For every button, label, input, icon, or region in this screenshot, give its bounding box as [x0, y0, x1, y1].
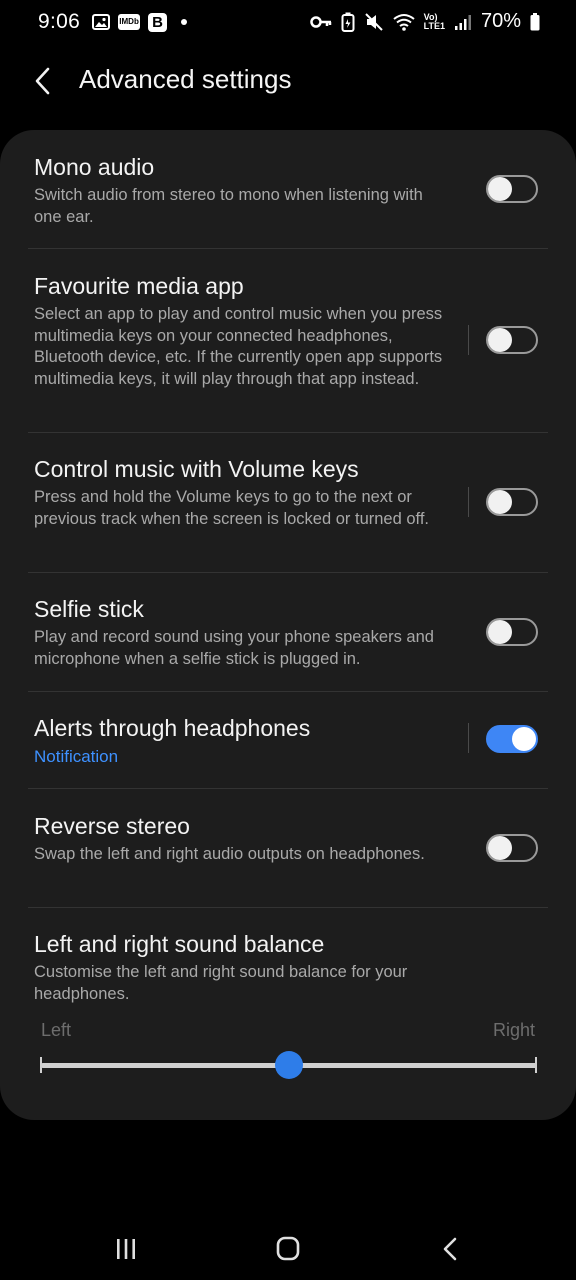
- setting-alerts-through-headphones[interactable]: Alerts through headphones Notification: [0, 692, 576, 788]
- alerts-headphones-toggle[interactable]: [486, 725, 538, 753]
- imdb-icon: IMDb: [118, 14, 141, 30]
- slider-left-label: Left: [41, 1020, 72, 1040]
- toggle-knob: [488, 177, 512, 201]
- status-bar: 9:06 IMDb B Vo) LTE1 70%: [0, 0, 576, 48]
- toggle-knob: [488, 490, 512, 514]
- setting-title: Mono audio: [34, 154, 155, 180]
- nav-back-button[interactable]: [430, 1234, 470, 1264]
- home-button[interactable]: [268, 1234, 308, 1264]
- setting-title: Alerts through headphones: [34, 715, 311, 741]
- favourite-media-app-toggle[interactable]: [486, 326, 538, 354]
- setting-description: Switch audio from stereo to mono when li…: [34, 186, 423, 226]
- setting-description: Customise the left and right sound balan…: [34, 963, 408, 1003]
- page-title: Advanced settings: [79, 64, 292, 94]
- back-icon: [443, 1237, 457, 1261]
- battery-icon: [530, 12, 540, 31]
- balance-slider-thumb[interactable]: [275, 1051, 303, 1079]
- status-left: 9:06 IMDb B: [38, 10, 188, 34]
- setting-description: Play and record sound using your phone s…: [34, 628, 434, 668]
- recents-button[interactable]: [106, 1234, 146, 1264]
- setting-description: Select an app to play and control music …: [34, 305, 443, 388]
- mute-icon: [364, 12, 384, 32]
- dot-icon: [181, 19, 188, 25]
- vertical-separator: [468, 487, 469, 517]
- setting-favourite-media-app[interactable]: Favourite media app Select an app to pla…: [0, 249, 576, 432]
- home-icon: [276, 1236, 300, 1261]
- setting-title: Left and right sound balance: [34, 931, 325, 957]
- image-icon: [92, 14, 111, 30]
- recents-icon: [117, 1239, 135, 1259]
- setting-subtitle: Notification: [34, 747, 119, 766]
- setting-title: Selfie stick: [34, 596, 144, 622]
- volte-icon: Vo) LTE1: [423, 12, 445, 31]
- setting-control-music-volume-keys[interactable]: Control music with Volume keys Press and…: [0, 433, 576, 572]
- signal-icon: [454, 13, 472, 31]
- setting-title: Favourite media app: [34, 273, 244, 299]
- setting-title: Reverse stereo: [34, 813, 190, 839]
- mono-audio-toggle[interactable]: [486, 175, 538, 203]
- slider-tick-right: [535, 1057, 537, 1073]
- vertical-separator: [468, 325, 469, 355]
- navigation-bar: [0, 1216, 576, 1280]
- setting-title: Control music with Volume keys: [34, 456, 359, 482]
- toggle-knob: [488, 620, 512, 644]
- volte-bottom-text: LTE1: [423, 20, 445, 31]
- setting-sound-balance: Left and right sound balance Customise t…: [0, 908, 576, 1108]
- selfie-stick-toggle[interactable]: [486, 618, 538, 646]
- reverse-stereo-toggle[interactable]: [486, 834, 538, 862]
- setting-selfie-stick[interactable]: Selfie stick Play and record sound using…: [0, 573, 576, 691]
- toggle-knob: [488, 328, 512, 352]
- setting-reverse-stereo[interactable]: Reverse stereo Swap the left and right a…: [0, 789, 576, 907]
- b-app-icon: B: [148, 12, 168, 32]
- battery-saver-icon: [341, 12, 355, 32]
- wifi-icon: [393, 13, 415, 31]
- toggle-knob: [488, 836, 512, 860]
- app-header: Advanced settings: [0, 56, 576, 106]
- setting-description: Press and hold the Volume keys to go to …: [34, 488, 429, 528]
- back-button[interactable]: [30, 64, 60, 98]
- setting-mono-audio[interactable]: Mono audio Switch audio from stereo to m…: [0, 130, 576, 248]
- key-icon: [309, 15, 332, 29]
- slider-right-label: Right: [492, 1020, 535, 1040]
- battery-percent: 70%: [480, 10, 521, 32]
- chevron-left-icon: [35, 67, 50, 95]
- volume-keys-toggle[interactable]: [486, 488, 538, 516]
- setting-description: Swap the left and right audio outputs on…: [34, 845, 425, 863]
- slider-tick-left: [40, 1057, 42, 1073]
- vertical-separator: [468, 723, 469, 753]
- status-time: 9:06: [38, 10, 81, 33]
- toggle-knob: [512, 727, 536, 751]
- status-right: Vo) LTE1 70%: [309, 10, 540, 33]
- settings-card: Mono audio Switch audio from stereo to m…: [0, 130, 576, 1120]
